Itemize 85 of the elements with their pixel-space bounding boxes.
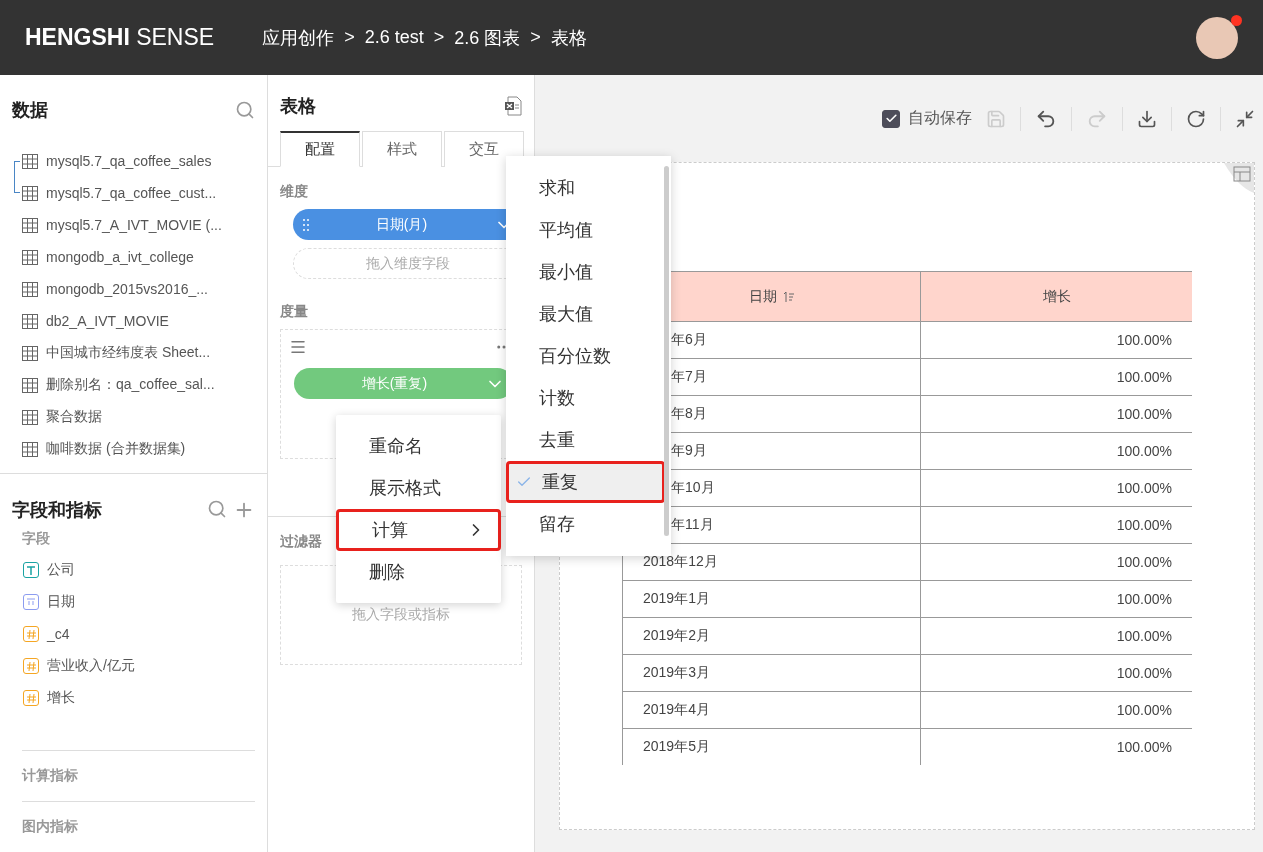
- search-icon[interactable]: [235, 100, 255, 120]
- autosave-label: 自动保存: [908, 108, 972, 128]
- field-item[interactable]: _c4: [47, 626, 70, 642]
- table-cell: 2019年2月: [623, 618, 921, 655]
- table-cell: 2019年1月: [623, 581, 921, 618]
- breadcrumb-separator: >: [433, 27, 445, 48]
- breadcrumb-item[interactable]: 2.6 图表: [454, 25, 521, 50]
- dataset-item[interactable]: mysql5.7_qa_coffee_sales: [14, 145, 267, 177]
- table-icon: [22, 313, 38, 329]
- number-type-icon: [23, 658, 39, 674]
- dataset-item[interactable]: mongodb_a_ivt_college: [14, 241, 267, 273]
- table-icon: [22, 409, 38, 425]
- table-cell: 100.00%: [921, 507, 1192, 544]
- table-cell: 100.00%: [921, 729, 1192, 765]
- section-label: 字段: [21, 529, 51, 548]
- calendar-icon: [23, 594, 39, 610]
- table-icon: [22, 153, 38, 169]
- section-label: 维度: [279, 182, 309, 201]
- table-cell: 100.00%: [921, 470, 1192, 507]
- dataset-item[interactable]: db2_A_IVT_MOVIE: [14, 305, 267, 337]
- table-icon: [22, 185, 38, 201]
- logo: HENGSHI SENSE: [25, 24, 215, 51]
- table-icon: [22, 345, 38, 361]
- table-icon: [22, 217, 38, 233]
- table-cell: 100.00%: [921, 692, 1192, 729]
- menu-item[interactable]: 展示格式: [336, 467, 501, 509]
- section-label: 度量: [279, 302, 309, 321]
- dataset-item[interactable]: 咖啡数据 (合并数据集): [14, 433, 267, 465]
- field-item[interactable]: 增长: [47, 689, 75, 707]
- table-icon: [22, 249, 38, 265]
- breadcrumb-item[interactable]: 2.6 test: [364, 27, 424, 48]
- dataset-item[interactable]: 中国城市经纬度表 Sheet...: [14, 337, 267, 369]
- tab[interactable]: 样式: [362, 131, 442, 167]
- excel-export-icon[interactable]: [504, 96, 522, 116]
- search-icon[interactable]: [207, 499, 227, 519]
- refresh-icon[interactable]: [1186, 108, 1206, 129]
- field-item[interactable]: 营业收入/亿元: [47, 657, 135, 675]
- menu-icon[interactable]: [289, 338, 307, 356]
- table-cell: 100.00%: [921, 359, 1192, 396]
- tab[interactable]: 配置: [280, 131, 360, 167]
- field-item[interactable]: 日期: [47, 593, 75, 611]
- field-item[interactable]: 公司: [47, 561, 75, 579]
- table-cell: 100.00%: [921, 655, 1192, 692]
- number-type-icon: [23, 690, 39, 706]
- table-icon: [22, 281, 38, 297]
- menu-item[interactable]: 重复: [506, 461, 665, 503]
- breadcrumb-separator: >: [344, 27, 355, 48]
- breadcrumb-separator: >: [530, 27, 541, 48]
- number-type-icon: [23, 626, 39, 642]
- dataset-item[interactable]: mongodb_2015vs2016_...: [14, 273, 267, 305]
- section-label: 图内指标: [21, 817, 79, 836]
- table-icon: [22, 441, 38, 457]
- breadcrumb-item[interactable]: 表格: [550, 25, 587, 50]
- section-label: 过滤器: [279, 532, 323, 551]
- section-label: 计算指标: [20, 766, 79, 785]
- menu-item[interactable]: 重命名: [336, 425, 501, 467]
- autosave-checkbox[interactable]: [882, 109, 900, 128]
- column-header[interactable]: 增长: [921, 271, 1192, 322]
- collapse-icon[interactable]: [1235, 108, 1255, 129]
- text-type-icon: [23, 562, 39, 578]
- breadcrumb-item[interactable]: 应用创作: [262, 25, 335, 50]
- panel-title: 数据: [12, 99, 48, 122]
- dataset-item[interactable]: 删除别名：qa_coffee_sal...: [14, 369, 267, 401]
- scrollbar[interactable]: [664, 166, 669, 536]
- tab[interactable]: 交互: [444, 131, 524, 167]
- table-cell: 2019年5月: [623, 729, 921, 765]
- dataset-item[interactable]: mysql5.7_qa_coffee_cust...: [14, 177, 267, 209]
- menu-item[interactable]: 计算: [336, 509, 501, 551]
- table-cell: 2019年3月: [623, 655, 921, 692]
- table-icon: [22, 377, 38, 393]
- table-cell: 2019年4月: [623, 692, 921, 729]
- panel-title: 表格: [280, 95, 316, 118]
- table-cell: 100.00%: [921, 618, 1192, 655]
- menu-item[interactable]: 求和: [506, 167, 665, 209]
- check-icon: [884, 112, 898, 125]
- table-cell: 100.00%: [921, 396, 1192, 433]
- table-cell: 100.00%: [921, 544, 1192, 581]
- dataset-item[interactable]: 聚合数据: [14, 401, 267, 433]
- table-cell: 100.00%: [921, 433, 1192, 470]
- dataset-item[interactable]: mysql5.7_A_IVT_MOVIE (...: [14, 209, 267, 241]
- panel-title: 字段和指标: [12, 499, 102, 522]
- drag-handle-icon[interactable]: [303, 218, 309, 231]
- table-cell: 100.00%: [921, 581, 1192, 618]
- table-cell: 100.00%: [921, 322, 1192, 359]
- download-icon[interactable]: [1137, 108, 1157, 129]
